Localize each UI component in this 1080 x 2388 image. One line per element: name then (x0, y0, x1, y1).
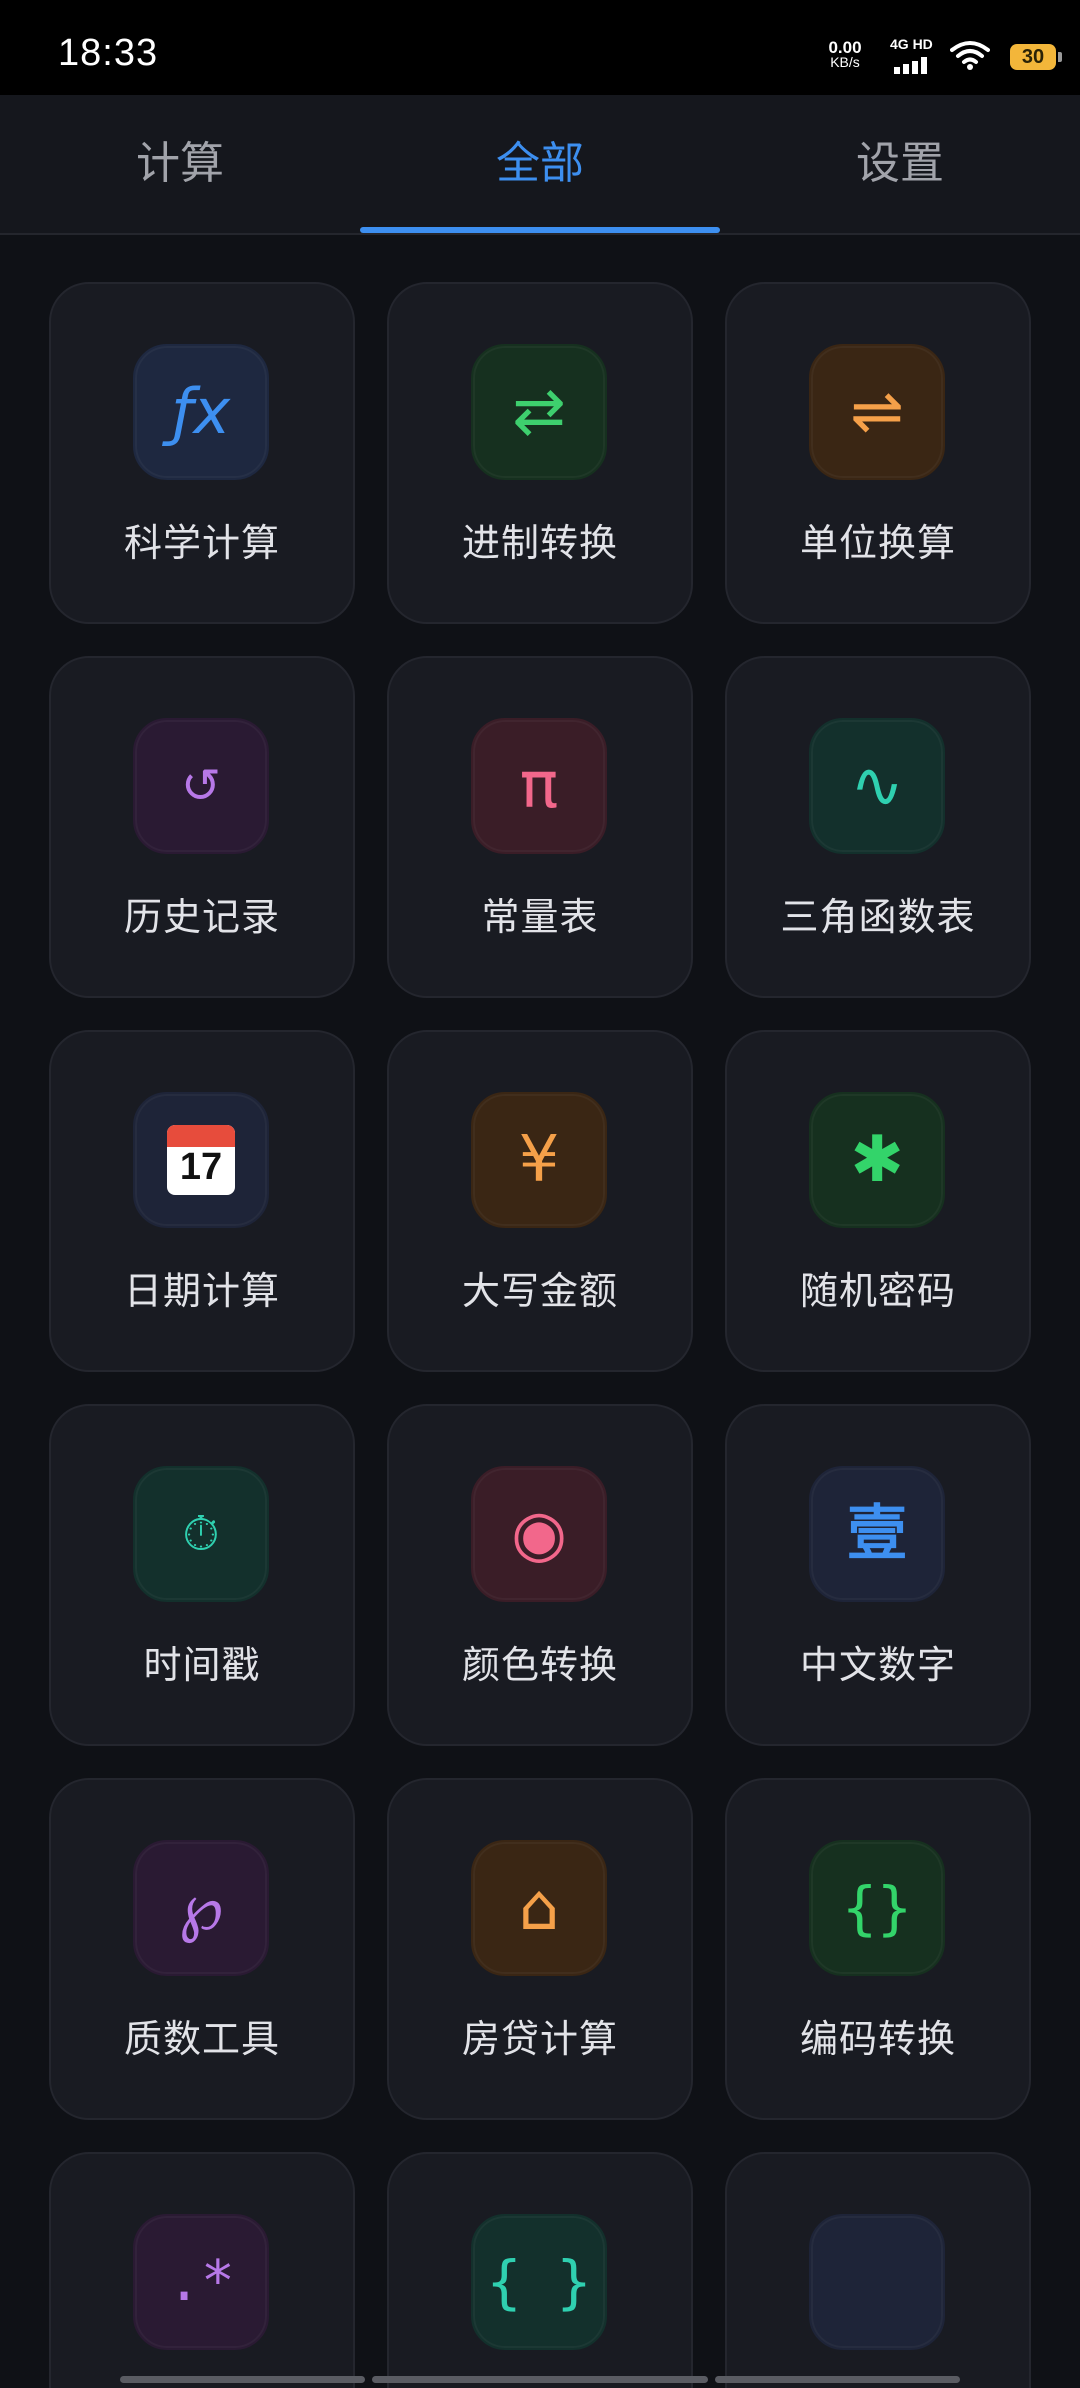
tool-card-label: 房贷计算 (461, 2017, 618, 2061)
tool-card-label: 日期计算 (123, 1269, 280, 1313)
tool-card-label: 单位换算 (799, 521, 956, 565)
tool-icon-tile (809, 2214, 945, 2350)
tool-icon-tile: ⌂ (471, 1840, 607, 1976)
tool-card-label: 大写金额 (461, 1269, 618, 1313)
tool-card[interactable]: ⇄ 进制转换 (387, 282, 693, 624)
function-icon: ƒx (171, 375, 231, 448)
tool-card-label: 随机密码 (799, 1269, 956, 1313)
network-speed: 0.00 KB/s (820, 38, 870, 70)
tool-card[interactable]: ¥ 大写金额 (387, 1030, 693, 1372)
chinese-numeral-icon: 壹 (847, 1499, 907, 1569)
tool-card-label: 科学计算 (123, 521, 280, 565)
tool-icon-tile: ✱ (809, 1092, 945, 1228)
tool-icon-tile: ↺ (133, 718, 269, 854)
battery-icon: 30 (1010, 44, 1062, 70)
tool-icon-tile: ⇄ (471, 344, 607, 480)
tool-icon-tile: π (471, 718, 607, 854)
tab-calculate[interactable]: 计算 (0, 95, 360, 233)
tool-card-label: 历史记录 (123, 895, 280, 939)
tool-card[interactable]: ◉ 颜色转换 (387, 1404, 693, 1746)
tool-card[interactable]: { } (387, 2152, 693, 2388)
tool-card[interactable]: ⏱ 时间戳 (49, 1404, 355, 1746)
tools-grid: ƒx 科学计算 ⇄ 进制转换 ⇌ 单位换算 ↺ 历史记录 π 常量表 ∿ 三角函数表 17 日期计算 ¥ 大写… (49, 282, 1031, 2388)
tool-card[interactable]: ✱ 随机密码 (725, 1030, 1031, 1372)
tool-icon-tile: .* (133, 2214, 269, 2350)
tool-card[interactable]: ƒx 科学计算 (49, 282, 355, 624)
network-speed-unit: KB/s (830, 54, 860, 70)
tool-icon-tile: 壹 (809, 1466, 945, 1602)
tool-icon-tile: 17 (133, 1092, 269, 1228)
status-time: 18:33 (58, 32, 159, 74)
tool-card-label: 常量表 (481, 895, 599, 939)
cellular-signal-icon: 4G HD (890, 36, 940, 74)
status-bar: 18:33 0.00 KB/s 4G HD 30 (0, 0, 1080, 95)
stopwatch-icon: ⏱ (182, 1506, 220, 1562)
tool-card[interactable]: .* (49, 2152, 355, 2388)
tool-card[interactable]: ↺ 历史记录 (49, 656, 355, 998)
tool-card[interactable]: π 常量表 (387, 656, 693, 998)
tool-icon-tile: ⇌ (809, 344, 945, 480)
tool-icon-tile: ⏱ (133, 1466, 269, 1602)
house-icon: ⌂ (518, 1871, 560, 1945)
home-indicator-right (715, 2376, 960, 2383)
asterisk-icon: ✱ (850, 1123, 904, 1197)
wifi-icon (950, 41, 990, 70)
home-indicator-center (372, 2376, 708, 2383)
network-speed-value: 0.00 (828, 38, 862, 57)
tool-icon-tile: ◉ (471, 1466, 607, 1602)
tool-card-label: 质数工具 (123, 2017, 280, 2061)
tool-card[interactable]: ⇌ 单位换算 (725, 282, 1031, 624)
tool-card[interactable]: ℘ 质数工具 (49, 1778, 355, 2120)
prime-icon: ℘ (178, 1871, 224, 1945)
sine-wave-icon: ∿ (850, 749, 904, 823)
braces-icon: {} (842, 1874, 912, 1942)
tool-icon-tile: ℘ (133, 1840, 269, 1976)
tool-card[interactable]: ⌂ 房贷计算 (387, 1778, 693, 2120)
tool-card-label: 颜色转换 (461, 1643, 618, 1687)
tool-card[interactable]: 壹中文数字 (725, 1404, 1031, 1746)
tool-card-label: 进制转换 (461, 521, 618, 565)
tab-all[interactable]: 全部 (360, 95, 720, 233)
signal-label: 4G HD (890, 36, 933, 52)
tool-card[interactable] (725, 2152, 1031, 2388)
history-icon: ↺ (180, 758, 222, 814)
tool-card[interactable]: 17 日期计算 (49, 1030, 355, 1372)
active-tab-indicator (360, 227, 720, 233)
tool-card-label: 中文数字 (799, 1643, 956, 1687)
regex-icon: .* (167, 2249, 235, 2314)
yen-icon: ¥ (518, 1123, 560, 1197)
tool-icon-tile: { } (471, 2214, 607, 2350)
tool-card-label: 三角函数表 (780, 895, 976, 939)
tool-icon-tile: ∿ (809, 718, 945, 854)
calendar-header (167, 1125, 235, 1147)
tab-settings[interactable]: 设置 (720, 95, 1080, 233)
tool-card-label: 编码转换 (799, 2017, 956, 2061)
tool-icon-tile: ƒx (133, 344, 269, 480)
color-dot-icon: ◉ (511, 1497, 567, 1571)
swap-arrows-icon: ⇄ (512, 375, 566, 449)
tool-card-label: 时间戳 (143, 1643, 261, 1687)
calendar-icon: 17 (167, 1125, 235, 1195)
pi-icon: π (519, 749, 559, 823)
tool-card[interactable]: {} 编码转换 (725, 1778, 1031, 2120)
tab-bar: 计算 全部 设置 (0, 95, 1080, 235)
json-braces-icon: { } (486, 2248, 592, 2316)
tool-card[interactable]: ∿ 三角函数表 (725, 656, 1031, 998)
home-indicator-left (120, 2376, 365, 2383)
exchange-icon: ⇌ (850, 375, 904, 449)
tool-icon-tile: ¥ (471, 1092, 607, 1228)
tool-icon-tile: {} (809, 1840, 945, 1976)
